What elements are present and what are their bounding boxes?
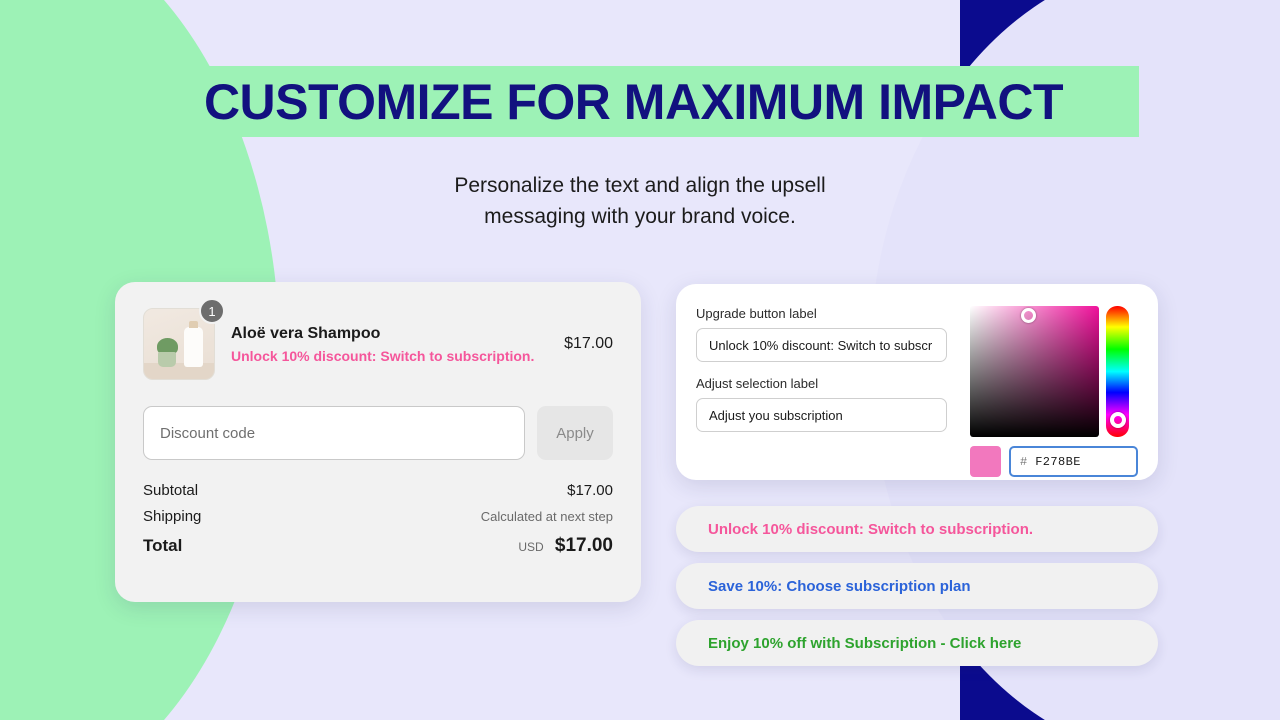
label-fields-group: Upgrade button label Adjust selection la…	[696, 306, 954, 458]
summary-row-shipping: Shipping Calculated at next step	[143, 508, 613, 525]
cart-summary-card: 1 Aloë vera Shampoo Unlock 10% discount:…	[115, 282, 641, 602]
discount-code-input[interactable]	[143, 406, 525, 460]
summary-row-subtotal: Subtotal $17.00	[143, 482, 613, 499]
shampoo-bottle-icon	[184, 321, 203, 367]
page-title: CUSTOMIZE FOR MAXIMUM IMPACT	[203, 73, 1064, 130]
preview-pill-green[interactable]: Enjoy 10% off with Subscription - Click …	[676, 620, 1158, 666]
color-value-row: # F278BE	[970, 446, 1138, 477]
product-thumbnail-wrapper: 1	[143, 298, 225, 380]
adjust-selection-label-caption: Adjust selection label	[696, 376, 819, 391]
quantity-badge: 1	[199, 298, 225, 324]
thumbnail-shelf	[144, 363, 214, 379]
product-name: Aloë vera Shampoo	[231, 324, 381, 342]
upgrade-button-label-caption: Upgrade button label	[696, 306, 817, 321]
saturation-value-square[interactable]	[970, 306, 1099, 437]
hex-color-input[interactable]: # F278BE	[1009, 446, 1138, 477]
saturation-value-handle[interactable]	[1021, 308, 1037, 323]
subtitle-line-1: Personalize the text and align the upsel…	[454, 174, 826, 197]
preview-pill-blue[interactable]: Save 10%: Choose subscription plan	[676, 563, 1158, 609]
preview-pill-pink-text: Unlock 10% discount: Switch to subscript…	[708, 520, 1034, 538]
hue-slider[interactable]	[1106, 306, 1129, 437]
product-line-item: 1 Aloë vera Shampoo Unlock 10% discount:…	[143, 298, 613, 380]
subtotal-label: Subtotal	[143, 482, 199, 499]
page-subtitle: Personalize the text and align the upsel…	[0, 170, 1280, 232]
total-label: Total	[143, 536, 183, 555]
discount-row: Apply	[143, 406, 613, 460]
adjust-selection-label-input[interactable]	[696, 398, 947, 432]
product-price: $17.00	[564, 335, 613, 352]
summary-row-total: Total USD $17.00	[143, 535, 613, 557]
total-value: $17.00	[554, 535, 613, 556]
shipping-label: Shipping	[143, 508, 202, 525]
product-upsell-link[interactable]: Unlock 10% discount: Switch to subscript…	[231, 348, 548, 364]
hash-symbol-icon: #	[1020, 454, 1028, 469]
order-summary: Subtotal $17.00 Shipping Calculated at n…	[143, 482, 613, 557]
subtotal-value: $17.00	[567, 482, 613, 499]
shipping-value: Calculated at next step	[480, 509, 613, 524]
apply-discount-button[interactable]: Apply	[537, 406, 613, 460]
total-amount-group: USD $17.00	[518, 535, 613, 557]
upgrade-button-label-input[interactable]	[696, 328, 947, 362]
preview-pill-blue-text: Save 10%: Choose subscription plan	[708, 577, 971, 595]
product-details: Aloë vera Shampoo Unlock 10% discount: S…	[231, 325, 548, 364]
color-picker-canvas-row	[970, 306, 1138, 437]
title-banner: CUSTOMIZE FOR MAXIMUM IMPACT	[128, 66, 1139, 137]
preview-pill-pink[interactable]: Unlock 10% discount: Switch to subscript…	[676, 506, 1158, 552]
preview-pill-green-text: Enjoy 10% off with Subscription - Click …	[708, 634, 1022, 652]
total-currency: USD	[518, 540, 544, 554]
label-settings-panel: Upgrade button label Adjust selection la…	[676, 284, 1158, 480]
plant-pot-icon	[158, 352, 176, 367]
color-swatch-preview	[970, 446, 1001, 477]
subtitle-line-2: messaging with your brand voice.	[484, 205, 796, 228]
color-picker: # F278BE	[970, 306, 1138, 477]
hue-slider-handle[interactable]	[1109, 411, 1126, 428]
hex-color-value: F278BE	[1035, 454, 1081, 469]
